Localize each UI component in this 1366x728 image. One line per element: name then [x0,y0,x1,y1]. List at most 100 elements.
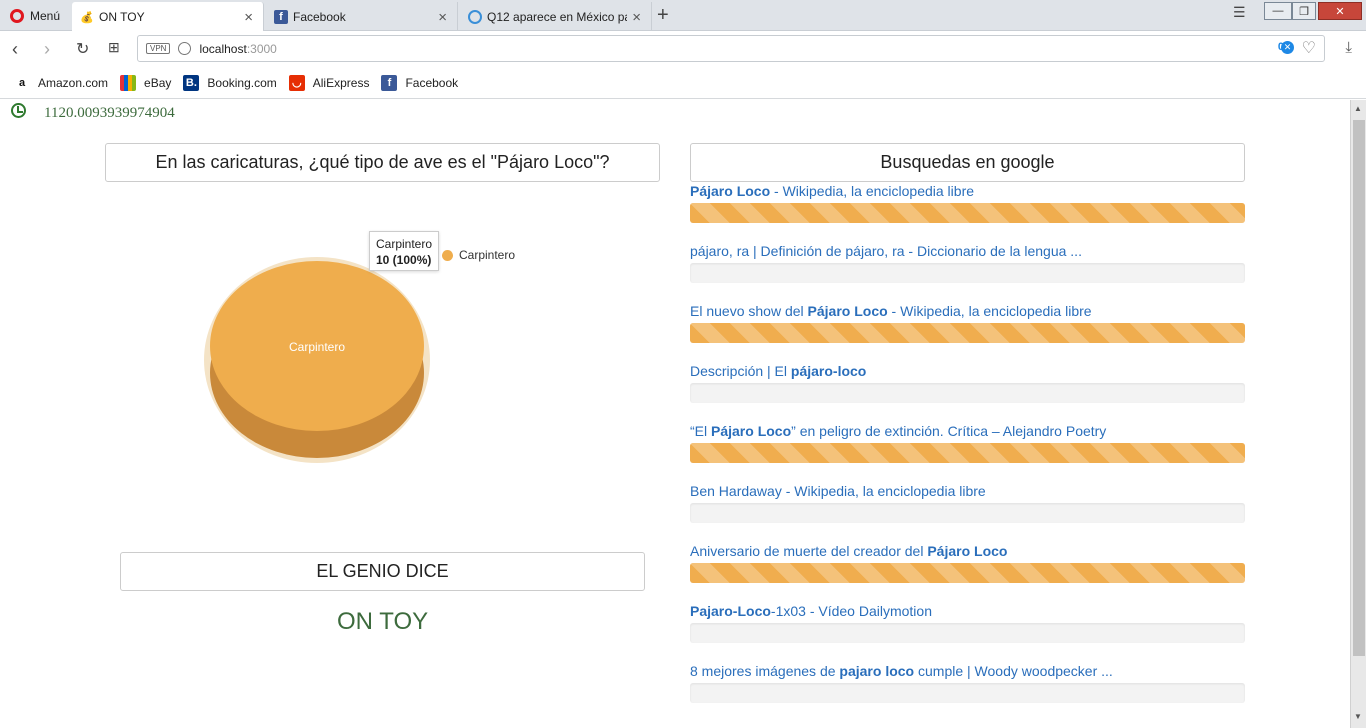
result-progress-bar [690,443,1245,463]
bookmark-label: AliExpress [312,75,370,90]
clock-icon [11,103,26,118]
search-result-item: Aniversario de muerte del creador del Pá… [690,543,1245,583]
bookmark-facebook[interactable]: f Facebook [381,74,459,91]
search-result-item: Descripción | El pájaro-loco [690,363,1245,403]
timer-value: 1120.0093939974904 [44,105,175,121]
speed-dial-icon[interactable]: ⊞ [108,39,120,56]
money-bag-icon: 💰 [80,11,94,24]
result-progress-bar [690,563,1245,583]
search-result-link[interactable]: Ben Hardaway - Wikipedia, la enciclopedi… [690,483,1245,502]
result-progress-bar [690,683,1245,703]
search-result-item: Pajaro-Loco-1x03 - Vídeo Dailymotion [690,603,1245,643]
result-progress-bar [690,503,1245,523]
result-progress-fill [690,323,1245,343]
search-result-item: El nuevo show del Pájaro Loco - Wikipedi… [690,303,1245,343]
result-progress-fill [690,443,1245,463]
search-result-item: Pájaro Loco - Wikipedia, la enciclopedia… [690,183,1245,223]
scroll-down-icon[interactable]: ▼ [1354,712,1362,721]
search-result-link[interactable]: Pájaro Loco - Wikipedia, la enciclopedia… [690,183,1245,202]
amazon-icon: a [18,76,26,89]
result-progress-bar [690,323,1245,343]
search-result-link[interactable]: Descripción | El pájaro-loco [690,363,1245,382]
scrollbar-thumb[interactable] [1353,120,1365,656]
close-tab-icon[interactable]: × [438,9,447,26]
address-bar-row: ‹ › ↻ ⊞ VPN localhost:3000 0 ✕ ♡ ⤓ [0,31,1366,67]
pie-slice-label: Carpintero [289,340,345,354]
genio-box: EL GENIO DICE [120,552,645,591]
url-field[interactable]: VPN localhost:3000 0 ✕ ♡ [137,35,1325,62]
close-tab-icon[interactable]: × [244,9,253,26]
bookmark-booking[interactable]: B. Booking.com [183,74,277,91]
tab-title: Facebook [293,9,346,24]
result-progress-fill [690,203,1245,223]
tab-title: Q12 aparece en México para [487,9,627,24]
facebook-icon: f [274,9,288,24]
tab-title: ON TOY [99,10,145,24]
facebook-icon: f [381,74,398,91]
maximize-button[interactable]: ❐ [1292,2,1316,20]
adblock-icon[interactable]: ✕ [1281,41,1294,54]
close-window-button[interactable]: ✕ [1318,2,1362,20]
globe-icon [468,9,482,24]
search-result-link[interactable]: Aniversario de muerte del creador del Pá… [690,543,1245,562]
bookmark-label: eBay [144,75,172,90]
bookmark-aliexpress[interactable]: ◡ AliExpress [288,74,370,91]
search-result-link[interactable]: pájaro, ra | Definición de pájaro, ra - … [690,243,1245,262]
opera-menu-button[interactable]: Menú [0,0,70,31]
ebay-icon [120,74,137,91]
aliexpress-icon: ◡ [288,74,305,91]
new-tab-icon[interactable]: + [657,4,669,27]
bookmarks-bar: a Amazon.com eBay B. Booking.com ◡ AliEx… [0,67,1366,99]
bookmark-ebay[interactable]: eBay [120,74,172,91]
bookmark-label: Facebook [405,75,459,90]
bookmark-heart-icon[interactable]: ♡ [1302,38,1316,58]
search-title: Busquedas en google [880,152,1055,172]
search-result-link[interactable]: El nuevo show del Pájaro Loco - Wikipedi… [690,303,1245,322]
pie-chart: Carpintero [204,257,430,463]
chart-tooltip: Carpintero 10 (100%) [369,231,439,271]
tab-facebook[interactable]: f Facebook × [266,2,458,31]
vpn-badge[interactable]: VPN [146,43,171,54]
bookmark-amazon[interactable]: a Amazon.com [14,75,108,91]
search-result-item: “El Pájaro Loco” en peligro de extinción… [690,423,1245,463]
booking-icon: B. [183,74,200,91]
tab-menu-icon[interactable]: ☰ [1233,4,1246,21]
download-icon[interactable]: ⤓ [1345,39,1352,56]
page-content: 1120.0093939974904 En las caricaturas, ¿… [0,100,1350,728]
question-box: En las caricaturas, ¿qué tipo de ave es … [105,143,660,182]
result-progress-fill [690,563,1245,583]
search-title-box: Busquedas en google [690,143,1245,182]
tab-on-toy[interactable]: 💰 ON TOY × [72,2,264,32]
genio-title: EL GENIO DICE [316,561,449,581]
scroll-up-icon[interactable]: ▲ [1354,104,1362,113]
page-scrollbar[interactable]: ▲ ▼ [1350,100,1366,728]
legend-dot-icon [442,249,453,261]
forward-icon[interactable]: › [44,39,50,60]
close-tab-icon[interactable]: × [632,9,641,26]
tab-bar: Menú 💰 ON TOY × f Facebook × Q12 aparece… [0,0,1366,32]
tooltip-value: 10 (100%) [376,253,432,267]
minimize-button[interactable]: — [1264,2,1292,20]
menu-label: Menú [30,8,61,23]
question-text: En las caricaturas, ¿qué tipo de ave es … [155,152,610,172]
search-result-item: 8 mejores imágenes de pajaro loco cumple… [690,663,1245,703]
search-result-item: Ben Hardaway - Wikipedia, la enciclopedi… [690,483,1245,523]
search-result-link[interactable]: 8 mejores imágenes de pajaro loco cumple… [690,663,1245,682]
search-result-link[interactable]: “El Pájaro Loco” en peligro de extinción… [690,423,1245,442]
chart-legend[interactable]: Carpintero [442,248,515,262]
legend-label: Carpintero [459,248,516,262]
result-progress-bar [690,263,1245,283]
reload-icon[interactable]: ↻ [76,39,89,59]
search-result-link[interactable]: Pajaro-Loco-1x03 - Vídeo Dailymotion [690,603,1245,622]
bookmark-label: Amazon.com [38,75,109,90]
tab-q12[interactable]: Q12 aparece en México para × [460,2,652,31]
search-result-item: pájaro, ra | Definición de pájaro, ra - … [690,243,1245,283]
back-icon[interactable]: ‹ [12,39,18,60]
result-progress-bar [690,383,1245,403]
bookmark-label: Booking.com [207,75,277,90]
site-info-icon[interactable] [178,42,192,55]
tooltip-label: Carpintero [376,237,433,251]
result-progress-bar [690,203,1245,223]
genio-answer: ON TOY [337,608,429,635]
opera-logo-icon [10,8,24,23]
